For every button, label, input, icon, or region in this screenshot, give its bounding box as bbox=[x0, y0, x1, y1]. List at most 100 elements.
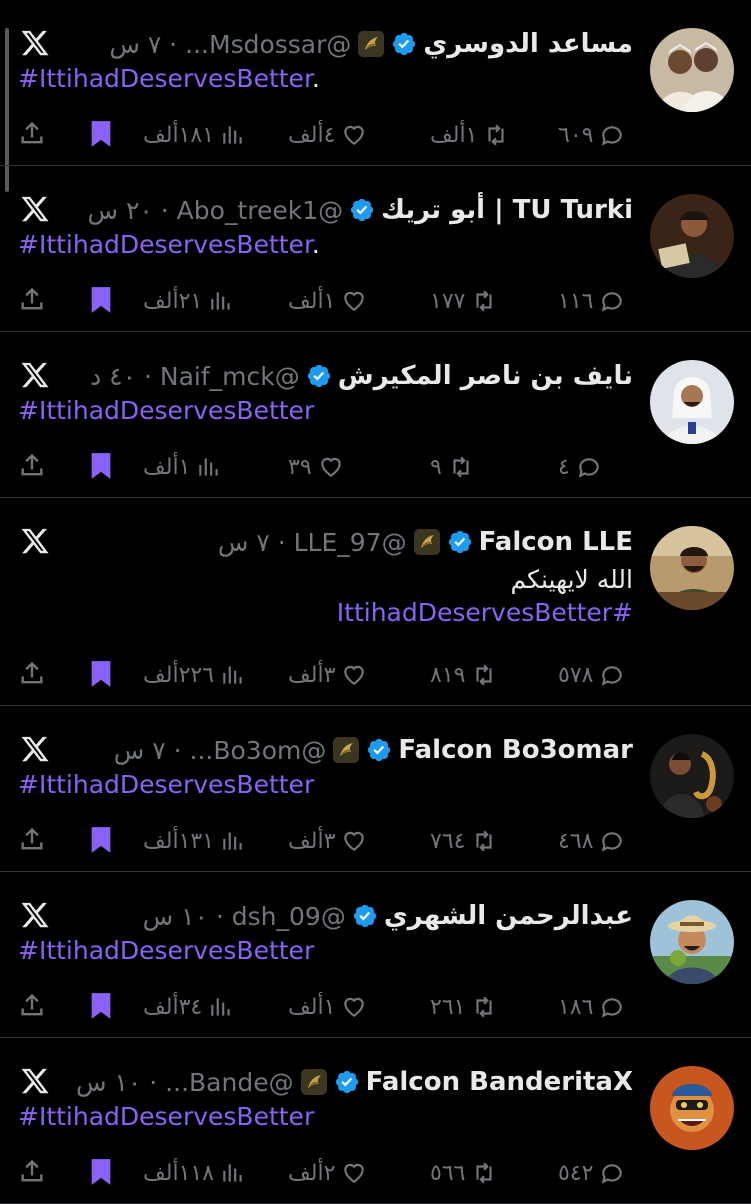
handle-and-time: @LLE_97 · ٧ س bbox=[217, 527, 407, 557]
display-name[interactable]: TU Turki | أبو تريك bbox=[381, 195, 633, 225]
reply-action[interactable]: ٤٦٨ bbox=[558, 824, 625, 858]
bookmark-icon[interactable] bbox=[88, 1158, 114, 1186]
post-time: ٧ س bbox=[109, 29, 162, 59]
hashtag-link[interactable]: #IttihadDeservesBetter bbox=[18, 770, 314, 799]
action-bar: ٢١ألف ١ألف ١٧٧ ١١٦ bbox=[18, 284, 633, 318]
heart-icon bbox=[344, 125, 365, 145]
tweet-card[interactable]: Falcon Bo3omar @Bo3om... · ٧ س #IttihadD… bbox=[0, 706, 751, 872]
bookmark-icon[interactable] bbox=[88, 826, 114, 854]
reposts-count: ٩ bbox=[430, 454, 442, 480]
like-action[interactable]: ١ألف bbox=[288, 284, 367, 318]
hashtag-link[interactable]: #IttihadDeservesBetter bbox=[18, 936, 314, 965]
views-action[interactable]: ١٨١ألف bbox=[143, 118, 246, 152]
tweet-header: Falcon BanderitaX @Bande... · ١٠ س bbox=[70, 1064, 633, 1100]
hashtag-link[interactable]: #IttihadDeservesBetter bbox=[18, 64, 312, 93]
views-action[interactable]: ١١٨ألف bbox=[143, 1156, 246, 1190]
tweet-card[interactable]: مساعد الدوسري @Msdossar... · ٧ س #Ittiha… bbox=[0, 0, 751, 166]
share-icon[interactable] bbox=[18, 1158, 46, 1186]
man-reading-avatar[interactable] bbox=[650, 194, 734, 278]
two-men-avatar[interactable] bbox=[650, 28, 734, 112]
repost-action[interactable]: ١٧٧ bbox=[430, 284, 497, 318]
hashtag-link[interactable]: #IttihadDeservesBetter bbox=[337, 598, 633, 627]
replies-count: ٥٤٢ bbox=[558, 1160, 594, 1186]
bookmark-icon[interactable] bbox=[88, 992, 114, 1020]
like-action[interactable]: ٣ألف bbox=[288, 824, 367, 858]
like-action[interactable]: ٣ألف bbox=[288, 658, 367, 692]
tweet-card[interactable]: نايف بن ناصر المكيرش @Naif_mck · ٤٠ د #I… bbox=[0, 332, 751, 498]
hashtag-link[interactable]: #IttihadDeservesBetter bbox=[18, 396, 314, 425]
repost-action[interactable]: ٩ bbox=[430, 450, 474, 484]
views-action[interactable]: ٢٢٦ألف bbox=[143, 658, 246, 692]
likes-count: ١ألف bbox=[288, 994, 336, 1020]
display-name[interactable]: عبدالرحمن الشهري bbox=[384, 901, 633, 931]
bookmark-icon[interactable] bbox=[88, 660, 114, 688]
man-desk-avatar[interactable] bbox=[650, 526, 734, 610]
hashtag-link[interactable]: #IttihadDeservesBetter bbox=[18, 230, 312, 259]
views-count: ٢٢٦ألف bbox=[143, 662, 215, 688]
trailing-period: . bbox=[311, 230, 320, 259]
display-name[interactable]: Falcon Bo3omar bbox=[398, 735, 633, 765]
share-icon[interactable] bbox=[18, 120, 46, 148]
reply-action[interactable]: ٤ bbox=[558, 450, 602, 484]
display-name[interactable]: نايف بن ناصر المكيرش bbox=[338, 361, 633, 391]
views-action[interactable]: ٣٤ألف bbox=[143, 990, 234, 1024]
repost-action[interactable]: ١ألف bbox=[430, 118, 509, 152]
action-bar: ٢٢٦ألف ٣ألف ٨١٩ ٥٧٨ bbox=[18, 658, 633, 692]
reply-action[interactable]: ٦٠٩ bbox=[558, 118, 625, 152]
views-count: ١ألف bbox=[143, 454, 191, 480]
user-handle: @dsh_09 bbox=[231, 901, 346, 931]
replies-count: ٦٠٩ bbox=[558, 122, 594, 148]
bookmark-icon[interactable] bbox=[88, 120, 114, 148]
tweet-card[interactable]: عبدالرحمن الشهري @dsh_09 · ١٠ س #Ittihad… bbox=[0, 872, 751, 1038]
display-name[interactable]: مساعد الدوسري bbox=[423, 29, 633, 59]
reply-action[interactable]: ٥٤٢ bbox=[558, 1156, 625, 1190]
man-saxophone-avatar[interactable] bbox=[650, 734, 734, 818]
hashtag-link[interactable]: #IttihadDeservesBetter bbox=[18, 1102, 314, 1131]
share-icon[interactable] bbox=[18, 286, 46, 314]
reply-action[interactable]: ١١٦ bbox=[558, 284, 625, 318]
views-action[interactable]: ١ألف bbox=[143, 450, 222, 484]
tweet-header: عبدالرحمن الشهري @dsh_09 · ١٠ س bbox=[70, 898, 633, 934]
display-name[interactable]: Falcon BanderitaX bbox=[366, 1067, 633, 1097]
handle-and-time: @dsh_09 · ١٠ س bbox=[142, 901, 346, 931]
verified-badge-icon bbox=[393, 32, 416, 56]
bookmark-icon[interactable] bbox=[88, 452, 114, 480]
post-time: ٧ س bbox=[113, 735, 166, 765]
heart-icon bbox=[344, 1163, 365, 1183]
analytics-icon bbox=[223, 1164, 242, 1182]
reposts-count: ٥٦٦ bbox=[430, 1160, 466, 1186]
display-name[interactable]: Falcon LLE bbox=[479, 527, 633, 557]
handle-and-time: @Bo3om... · ٧ س bbox=[113, 735, 327, 765]
tweet-body: الله لايهينكم #IttihadDeservesBetter bbox=[18, 562, 633, 627]
like-action[interactable]: ٢ألف bbox=[288, 1156, 367, 1190]
replies-count: ٥٧٨ bbox=[558, 662, 594, 688]
like-action[interactable]: ٣٩ bbox=[288, 450, 344, 484]
like-action[interactable]: ١ألف bbox=[288, 990, 367, 1024]
repost-action[interactable]: ٥٦٦ bbox=[430, 1156, 497, 1190]
repost-action[interactable]: ٢٦١ bbox=[430, 990, 497, 1024]
man-ghutra-avatar[interactable] bbox=[650, 360, 734, 444]
views-action[interactable]: ١٣١ألف bbox=[143, 824, 246, 858]
tweet-card[interactable]: Falcon BanderitaX @Bande... · ١٠ س #Itti… bbox=[0, 1038, 751, 1204]
handle-and-time: @Msdossar... · ٧ س bbox=[109, 29, 352, 59]
repost-action[interactable]: ٧٦٤ bbox=[430, 824, 497, 858]
reply-action[interactable]: ١٨٦ bbox=[558, 990, 625, 1024]
share-icon[interactable] bbox=[18, 660, 46, 688]
reply-icon bbox=[578, 458, 599, 478]
repost-action[interactable]: ٨١٩ bbox=[430, 658, 497, 692]
reply-action[interactable]: ٥٧٨ bbox=[558, 658, 625, 692]
bookmark-icon[interactable] bbox=[88, 286, 114, 314]
affiliate-falcon-badge-icon bbox=[358, 31, 385, 57]
cartoon-character-avatar[interactable] bbox=[650, 1066, 734, 1150]
tweet-body: #IttihadDeservesBetter bbox=[18, 1102, 633, 1131]
tweet-card[interactable]: TU Turki | أبو تريك @Abo_treek1 · ٢٠ س #… bbox=[0, 166, 751, 332]
analytics-icon bbox=[223, 666, 242, 684]
tweet-card[interactable]: Falcon LLE @LLE_97 · ٧ س الله لايهينكم #… bbox=[0, 498, 751, 706]
share-icon[interactable] bbox=[18, 452, 46, 480]
share-icon[interactable] bbox=[18, 826, 46, 854]
views-action[interactable]: ٢١ألف bbox=[143, 284, 234, 318]
like-action[interactable]: ٤ألف bbox=[288, 118, 367, 152]
share-icon[interactable] bbox=[18, 992, 46, 1020]
verified-badge-icon bbox=[353, 904, 376, 928]
man-hat-avatar[interactable] bbox=[650, 900, 734, 984]
